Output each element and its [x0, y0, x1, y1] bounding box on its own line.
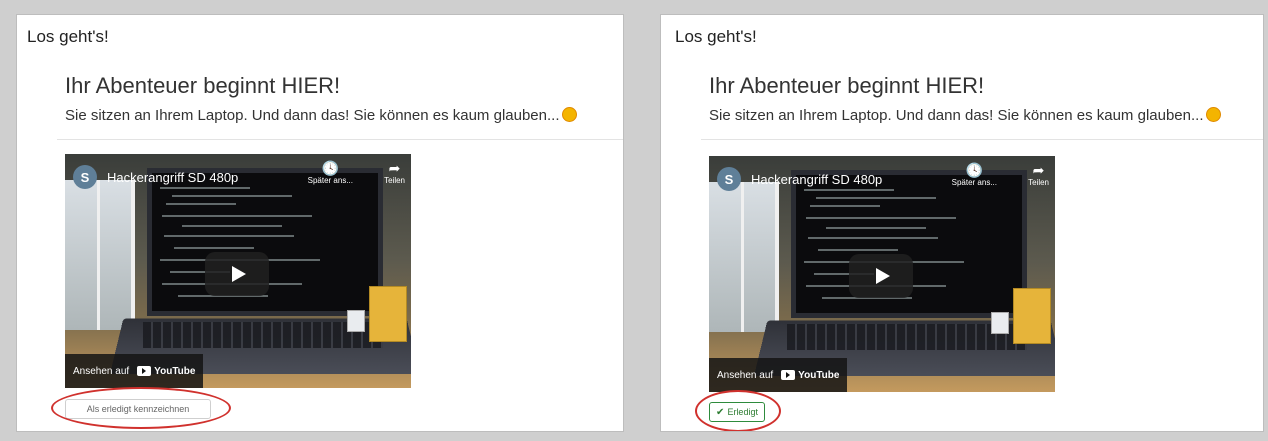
video-header: S Hackerangriff SD 480p	[717, 164, 1047, 194]
youtube-logo-icon: YouTube	[781, 370, 839, 381]
video-scene-window	[65, 180, 135, 330]
smiley-emoji-icon	[1205, 107, 1221, 122]
clock-icon: 🕓	[321, 160, 340, 176]
share-label: Teilen	[384, 176, 405, 185]
video-header: S Hackerangriff SD 480p	[73, 162, 403, 192]
play-button[interactable]	[849, 254, 913, 298]
youtube-video-embed[interactable]: S Hackerangriff SD 480p 🕓 Später ans... …	[65, 154, 411, 388]
activity-description: Sie sitzen an Ihrem Laptop. Und dann das…	[709, 107, 1221, 124]
video-scene-boxes	[369, 286, 407, 342]
watch-on-youtube-link[interactable]: Ansehen auf YouTube	[65, 354, 204, 388]
watch-later-button[interactable]: 🕓 Später ans...	[308, 160, 353, 185]
share-arrow-icon: ➦	[1032, 162, 1045, 178]
annotation-circle	[695, 390, 781, 431]
share-button[interactable]: ➦ Teilen	[384, 160, 405, 185]
section-title: Los geht's!	[675, 27, 757, 46]
youtube-label: YouTube	[798, 369, 840, 381]
channel-avatar[interactable]: S	[73, 165, 97, 189]
annotation-circle	[51, 387, 231, 429]
watch-on-youtube-link[interactable]: Ansehen auf YouTube	[709, 358, 848, 392]
share-label: Teilen	[1028, 178, 1049, 187]
activity-panel-complete: Los geht's! Ihr Abenteuer beginnt HIER! …	[660, 14, 1264, 432]
watch-later-button[interactable]: 🕓 Später ans...	[952, 162, 997, 187]
activity-description: Sie sitzen an Ihrem Laptop. Und dann das…	[65, 107, 577, 124]
channel-avatar[interactable]: S	[717, 167, 741, 191]
watch-later-label: Später ans...	[307, 176, 353, 185]
description-text: Sie sitzen an Ihrem Laptop. Und dann das…	[709, 107, 1204, 124]
divider	[701, 139, 1263, 140]
share-button[interactable]: ➦ Teilen	[1028, 162, 1049, 187]
youtube-video-embed[interactable]: S Hackerangriff SD 480p 🕓 Später ans... …	[709, 156, 1055, 392]
video-scene-boxes	[1013, 288, 1051, 344]
video-title[interactable]: Hackerangriff SD 480p	[751, 172, 882, 187]
video-scene-window	[709, 182, 779, 332]
youtube-label: YouTube	[154, 365, 196, 377]
watch-on-label: Ansehen auf	[73, 365, 130, 377]
activity-heading: Ihr Abenteuer beginnt HIER!	[65, 73, 341, 98]
watch-on-label: Ansehen auf	[717, 369, 774, 381]
youtube-logo-icon: YouTube	[137, 366, 195, 377]
clock-icon: 🕓	[965, 162, 984, 178]
watch-later-label: Später ans...	[951, 178, 997, 187]
video-title[interactable]: Hackerangriff SD 480p	[107, 170, 238, 185]
smiley-emoji-icon	[561, 107, 577, 122]
play-button[interactable]	[205, 252, 269, 296]
activity-panel-incomplete: Los geht's! Ihr Abenteuer beginnt HIER! …	[16, 14, 624, 432]
video-scene-device	[347, 310, 365, 332]
activity-heading: Ihr Abenteuer beginnt HIER!	[709, 73, 985, 98]
divider	[57, 139, 623, 140]
video-scene-device	[991, 312, 1009, 334]
description-text: Sie sitzen an Ihrem Laptop. Und dann das…	[65, 107, 560, 124]
section-title: Los geht's!	[27, 27, 109, 46]
share-arrow-icon: ➦	[388, 160, 401, 176]
